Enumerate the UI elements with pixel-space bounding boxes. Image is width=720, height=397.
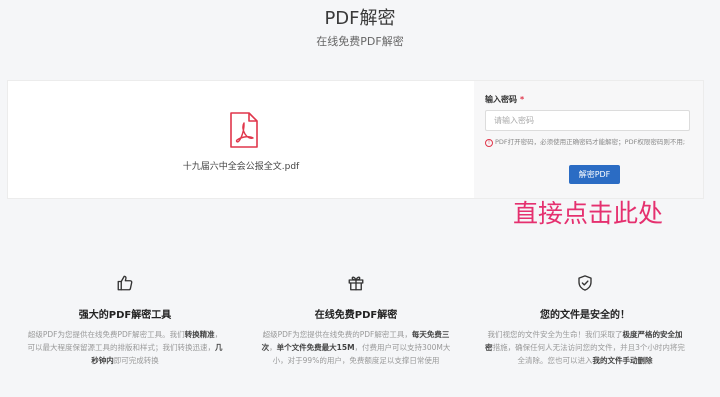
feature-highlight: 我的文件手动删除	[592, 356, 653, 365]
feature-text: 超级PDF为您提供在线免费PDF解密工具。我们	[27, 330, 185, 339]
click-here-annotation: 直接点击此处	[513, 199, 664, 228]
feature-title: 在线免费PDF解密	[314, 310, 398, 321]
file-name: 十九届六中全会公报全文.pdf	[182, 162, 300, 172]
pdf-file-icon	[230, 112, 258, 148]
feature-description: 我们视您的文件安全为生命！我们采取了极度严格的安全加密措施，确保任何人无法访问您…	[485, 328, 685, 367]
password-hint-text: PDF打开密码，必须使用正确密码才能解密；PDF权限密码则不用;	[495, 138, 686, 146]
password-form: 输入密码 * ! PDF打开密码，必须使用正确密码才能解密；PDF权限密码则不用; …	[474, 81, 703, 198]
password-label: 输入密码 *	[485, 94, 524, 105]
feature-text: 措施，确保任何人无法访问您的文件，并且3个小时内将完全清除。您也可以进入	[492, 343, 685, 365]
password-input[interactable]	[485, 110, 690, 131]
warning-icon: !	[485, 139, 493, 147]
decrypt-pdf-button[interactable]: 解密PDF	[569, 165, 620, 184]
feature-text: 即可完成转换	[113, 356, 159, 365]
feature-file-security: 您的文件是安全的！ 我们视您的文件安全为生命！我们采取了极度严格的安全加密措施，…	[485, 274, 685, 367]
decrypt-panel: 十九届六中全会公报全文.pdf 输入密码 * ! PDF打开密码，必须使用正确密码才…	[7, 80, 704, 199]
feature-text: ，	[269, 343, 277, 352]
feature-title: 强大的PDF解密工具	[78, 310, 172, 321]
password-label-text: 输入密码	[485, 95, 517, 104]
feature-description: 超级PDF为您提供在线免费的PDF解密工具，每天免费三次，单个文件免费最大15M…	[256, 328, 456, 367]
feature-free-online: 在线免费PDF解密 超级PDF为您提供在线免费的PDF解密工具，每天免费三次，单…	[256, 274, 456, 367]
feature-text: 超级PDF为您提供在线免费的PDF解密工具，	[262, 330, 412, 339]
feature-powerful-tool: 强大的PDF解密工具 超级PDF为您提供在线免费PDF解密工具。我们转换精准，可…	[25, 274, 225, 367]
page-subtitle: 在线免费PDF解密	[316, 35, 404, 48]
shield-check-icon	[578, 275, 592, 291]
feature-highlight: 单个文件免费最大15M	[276, 343, 355, 352]
file-preview-area: 十九届六中全会公报全文.pdf	[8, 81, 474, 198]
feature-title: 您的文件是安全的！	[540, 310, 630, 321]
feature-text: 我们视您的文件安全为生命！我们采取了	[487, 330, 623, 339]
password-hint: ! PDF打开密码，必须使用正确密码才能解密；PDF权限密码则不用;	[485, 137, 695, 147]
page-title: PDF解密	[324, 8, 396, 29]
required-mark: *	[520, 95, 525, 104]
gift-icon	[348, 276, 364, 291]
thumbs-up-icon	[117, 275, 133, 291]
feature-highlight: 转换精准	[184, 330, 215, 339]
feature-description: 超级PDF为您提供在线免费PDF解密工具。我们转换精准，可以最大程度保留源工具的…	[25, 328, 225, 367]
